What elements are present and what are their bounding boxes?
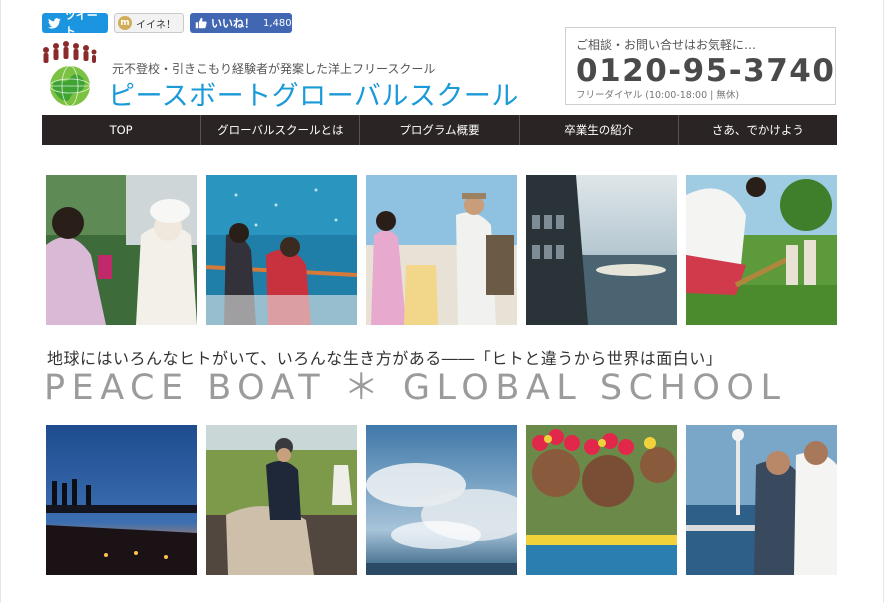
photo-row-bottom bbox=[46, 425, 837, 575]
facebook-like-button[interactable]: いいね！ 1,480 bbox=[190, 13, 292, 33]
nav-item-graduates[interactable]: 卒業生の紹介 bbox=[520, 115, 679, 145]
like-count: 1,480 bbox=[263, 17, 292, 29]
main-nav: TOP グローバルスクールとは プログラム概要 卒業生の紹介 さあ、でかけよう bbox=[42, 115, 837, 145]
photo-ship-deck-sea bbox=[206, 175, 357, 325]
nav-item-about[interactable]: グローバルスクールとは bbox=[201, 115, 361, 145]
tweet-button[interactable]: ツイート bbox=[42, 9, 108, 38]
contact-phone[interactable]: 0120-95-3740 bbox=[576, 54, 834, 88]
page-border-left bbox=[0, 0, 1, 603]
photo-exchange-people bbox=[366, 175, 517, 325]
nav-item-go[interactable]: さあ、でかけよう bbox=[679, 115, 837, 145]
contact-note: フリーダイヤル (10:00-18:00 | 無休) bbox=[576, 90, 740, 101]
social-buttons: ツイート m イイネ！ いいね！ 1,480 bbox=[42, 9, 292, 38]
hero-slogan: 地球にはいろんなヒトがいて、いろんな生き方がある――「ヒトと違うから世界は面白い… bbox=[47, 349, 723, 368]
nav-item-top[interactable]: TOP bbox=[42, 115, 202, 145]
tweet-label: ツイート bbox=[64, 9, 98, 38]
photo-sky-clouds bbox=[366, 425, 517, 575]
like-label: いいね！ bbox=[211, 17, 255, 30]
mixi-icon: m bbox=[118, 16, 132, 30]
facebook-thumb-icon bbox=[195, 17, 207, 29]
photo-row-top bbox=[46, 175, 837, 325]
contact-box: ご相談・お問い合せはお気軽に… 0120-95-3740 フリーダイヤル (10… bbox=[565, 27, 836, 105]
photo-local-girls bbox=[526, 425, 677, 575]
globe-logo-icon[interactable] bbox=[40, 38, 98, 108]
mixi-label: イイネ！ bbox=[136, 19, 176, 31]
photo-deck-dusk bbox=[46, 425, 197, 575]
photo-horse-riding bbox=[206, 425, 357, 575]
mixi-check-button[interactable]: m イイネ！ bbox=[114, 13, 184, 33]
photo-girls-talking bbox=[46, 175, 197, 325]
photo-students-deck bbox=[686, 425, 837, 575]
photo-ship-side-sunset bbox=[526, 175, 677, 325]
site-name[interactable]: ピースボートグローバルスクール bbox=[108, 74, 519, 113]
photo-gardening-work bbox=[686, 175, 837, 325]
twitter-bird-icon bbox=[48, 17, 61, 29]
hero-brand: PEACE BOAT ＊ GLOBAL SCHOOL bbox=[44, 368, 787, 408]
contact-lead: ご相談・お問い合せはお気軽に… bbox=[576, 38, 757, 52]
nav-item-program[interactable]: プログラム概要 bbox=[360, 115, 520, 145]
